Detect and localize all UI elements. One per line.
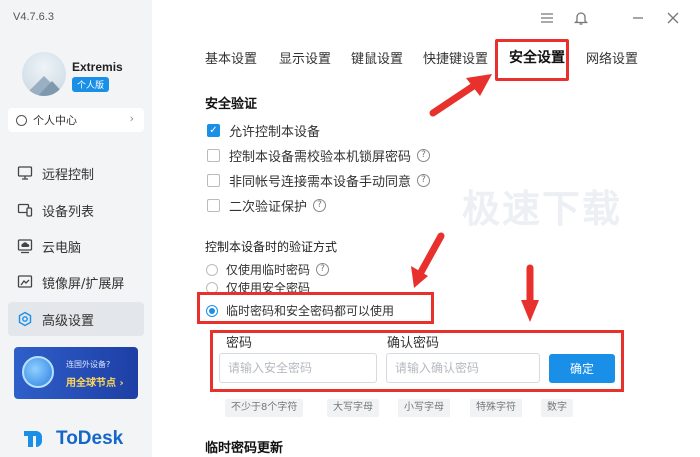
tab-shortcut-settings[interactable]: 快捷键设置 xyxy=(423,48,488,67)
radio-temp-password-only[interactable]: 仅使用临时密码 ? xyxy=(206,261,330,278)
global-node-promo-banner[interactable]: 连国外设备? 用全球节点 › xyxy=(14,347,138,399)
manual-approval-checkbox[interactable]: 非同帐号连接需本设备手动同意 ? xyxy=(207,171,431,190)
cloud-pc-icon xyxy=(17,238,33,254)
requirement-min-length: 不少于8个字符 xyxy=(225,399,304,417)
sidebar: V4.7.6.3 Extremis 个人版 个人中心 › 远程控制 设备列表 云… xyxy=(0,0,152,457)
checkbox-box xyxy=(207,149,220,162)
checkbox-box xyxy=(207,199,220,212)
minimize-icon[interactable] xyxy=(629,10,647,28)
sidebar-item-label: 云电脑 xyxy=(42,240,82,256)
temp-password-update-title: 临时密码更新 xyxy=(205,441,284,456)
annotation-highlight-box xyxy=(495,39,569,81)
two-factor-checkbox[interactable]: 二次验证保护 ? xyxy=(207,196,327,215)
requirement-uppercase: 大写字母 xyxy=(327,399,379,417)
globe-icon xyxy=(22,356,54,388)
annotation-highlight-box xyxy=(197,292,434,324)
promo-line-2: 用全球节点 › xyxy=(66,378,124,389)
user-icon xyxy=(16,114,27,126)
sidebar-item-label: 远程控制 xyxy=(42,167,95,183)
sidebar-item-remote-control[interactable]: 远程控制 xyxy=(8,156,144,190)
bell-icon[interactable] xyxy=(572,10,590,28)
sidebar-item-label: 设备列表 xyxy=(42,204,95,220)
security-section-title: 安全验证 xyxy=(205,97,258,112)
checkmark-icon: ✓ xyxy=(207,124,220,137)
sidebar-item-cloud-pc[interactable]: 云电脑 xyxy=(8,229,144,263)
annotation-arrow-radio xyxy=(411,232,445,288)
radio-label: 仅使用临时密码 xyxy=(226,263,311,277)
help-icon[interactable]: ? xyxy=(313,199,327,212)
help-icon[interactable]: ? xyxy=(417,174,431,187)
help-icon[interactable]: ? xyxy=(316,263,330,276)
checkbox-label: 非同帐号连接需本设备手动同意 xyxy=(229,175,412,190)
sidebar-item-device-list[interactable]: 设备列表 xyxy=(8,193,144,227)
requirement-special-char: 特殊字符 xyxy=(470,399,522,417)
annotation-arrow-tab xyxy=(429,74,492,117)
annotation-arrow-form xyxy=(521,264,539,322)
menu-icon[interactable] xyxy=(538,10,556,28)
help-icon[interactable]: ? xyxy=(417,149,431,162)
app-version: V4.7.6.3 xyxy=(13,11,54,23)
sidebar-item-label: 镜像屏/扩展屏 xyxy=(42,276,125,292)
checkbox-label: 二次验证保护 xyxy=(229,200,308,215)
watermark-text: 极速下载 xyxy=(462,187,623,231)
mirror-screen-icon xyxy=(17,274,33,290)
profile-center-button[interactable]: 个人中心 › xyxy=(8,108,144,132)
sidebar-item-advanced-settings[interactable]: 高级设置 xyxy=(8,302,144,336)
checkbox-label: 允许控制本设备 xyxy=(229,125,321,140)
close-icon[interactable] xyxy=(664,10,682,28)
sidebar-item-label: 高级设置 xyxy=(42,313,95,329)
checkbox-label: 控制本设备需校验本机锁屏密码 xyxy=(229,150,412,165)
username: Extremis xyxy=(72,60,123,74)
tab-network-settings[interactable]: 网络设置 xyxy=(586,48,638,67)
requirement-number: 数字 xyxy=(541,399,573,417)
verify-method-title: 控制本设备时的验证方式 xyxy=(205,240,338,254)
chevron-right-icon: › xyxy=(129,112,134,125)
todesk-logo: ToDesk xyxy=(24,428,123,450)
tab-display-settings[interactable]: 显示设置 xyxy=(279,48,331,67)
requirement-lowercase: 小写字母 xyxy=(398,399,450,417)
todesk-logo-mark xyxy=(24,429,50,449)
verify-lock-password-checkbox[interactable]: 控制本设备需校验本机锁屏密码 ? xyxy=(207,146,431,165)
promo-line-1: 连国外设备? xyxy=(66,360,111,369)
plan-badge: 个人版 xyxy=(72,77,110,92)
checkbox-box xyxy=(207,174,220,187)
allow-control-checkbox[interactable]: ✓ 允许控制本设备 xyxy=(207,121,320,140)
devices-icon xyxy=(17,202,33,218)
tab-keyboard-mouse-settings[interactable]: 键鼠设置 xyxy=(351,48,403,67)
monitor-icon xyxy=(17,165,33,181)
annotation-highlight-box xyxy=(210,330,624,392)
settings-icon xyxy=(17,311,33,327)
profile-center-label: 个人中心 xyxy=(33,114,77,127)
avatar-mountain-shape-2 xyxy=(38,81,66,96)
brand-name: ToDesk xyxy=(56,428,124,449)
sidebar-item-mirror-screen[interactable]: 镜像屏/扩展屏 xyxy=(8,265,144,299)
avatar[interactable] xyxy=(22,52,66,96)
radio-dot xyxy=(206,263,218,276)
tab-basic-settings[interactable]: 基本设置 xyxy=(205,48,257,67)
